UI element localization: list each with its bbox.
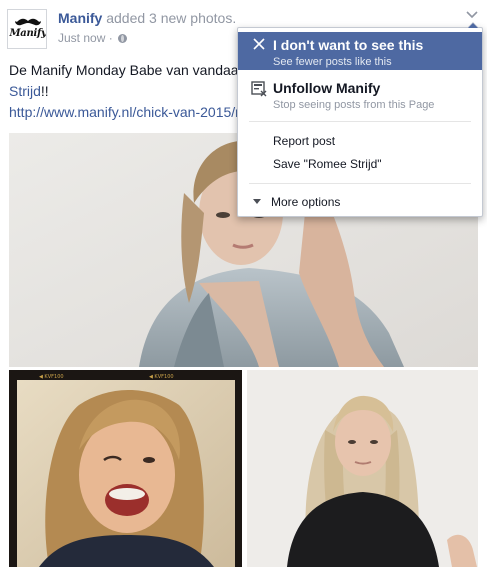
close-icon: [253, 38, 265, 50]
hide-post-subtitle: See fewer posts like this: [273, 56, 392, 68]
chevron-down-icon: [466, 11, 478, 19]
more-options-menu-item[interactable]: More options: [253, 195, 340, 209]
post-options-button[interactable]: [462, 7, 482, 23]
svg-text:◀ KVF100: ◀ KVF100: [149, 374, 174, 380]
post-message-suffix: !!: [40, 83, 49, 99]
menu-divider: [249, 121, 471, 122]
post-header: Manify added 3 new photos.: [58, 10, 236, 26]
page-avatar[interactable]: Manify: [7, 9, 47, 49]
menu-divider: [249, 183, 471, 184]
page-name-link[interactable]: Manify: [58, 10, 102, 26]
post-photo-2[interactable]: ◀ KVF100 ◀ KVF100: [9, 370, 242, 567]
photo-3-image: [247, 370, 478, 567]
tagged-person-link[interactable]: Strijd: [9, 83, 41, 99]
timestamp-link[interactable]: Just now: [58, 31, 105, 45]
post-meta: Just now ·: [58, 31, 128, 45]
post-action-text: added 3 new photos.: [102, 10, 237, 26]
save-post-menu-item[interactable]: Save "Romee Strijd": [273, 157, 382, 171]
menu-caret: [467, 22, 479, 28]
unfollow-icon: [251, 81, 267, 97]
hide-post-menu-item[interactable]: I don't want to see this See fewer posts…: [238, 32, 482, 70]
svg-text:◀ KVF100: ◀ KVF100: [39, 374, 64, 380]
mustache-logo: [15, 18, 41, 26]
post-message-line: De Manify Monday Babe van vandaag is Rom…: [9, 62, 241, 78]
logo-wordmark: Manify: [9, 28, 47, 39]
more-options-label: More options: [271, 195, 341, 209]
unfollow-subtitle: Stop seeing posts from this Page: [273, 99, 435, 111]
hide-post-title: I don't want to see this: [273, 37, 424, 53]
post-message: De Manify Monday Babe van vandaag is Rom…: [9, 60, 241, 102]
unfollow-title: Unfollow Manify: [273, 80, 381, 96]
post-url-link[interactable]: http://www.manify.nl/chick-van-2015/rome…: [9, 104, 241, 120]
photo-2-image: ◀ KVF100 ◀ KVF100: [9, 370, 242, 567]
feed-post: Manify Manify added 3 new photos. Just n…: [0, 0, 487, 567]
unfollow-menu-item[interactable]: Unfollow Manify Stop seeing posts from t…: [238, 75, 482, 113]
meta-separator: ·: [105, 31, 117, 45]
triangle-down-icon: [253, 199, 261, 204]
globe-icon[interactable]: [118, 34, 128, 43]
report-post-menu-item[interactable]: Report post: [273, 134, 335, 148]
post-photo-3[interactable]: [247, 370, 478, 567]
post-options-menu: I don't want to see this See fewer posts…: [237, 22, 483, 217]
